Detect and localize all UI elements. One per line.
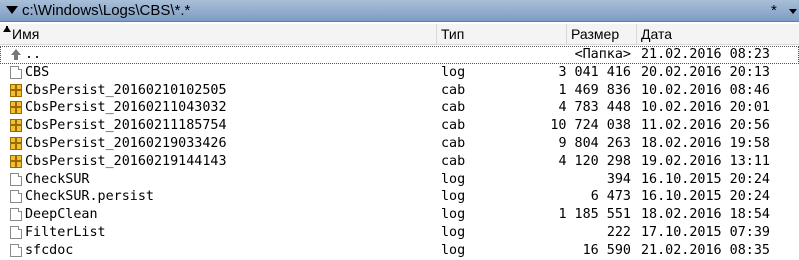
file-size: 3 041 416 [558,64,631,80]
cab-archive-icon [10,154,22,168]
file-date: 21.02.2016 08:35 [641,242,770,258]
cab-archive-icon [10,119,22,133]
file-size: 6 473 [590,189,631,205]
file-name: CbsPersist_20160210102505 [25,82,227,98]
file-type: cab [441,82,466,98]
column-name-header[interactable]: Имя [12,26,39,43]
file-row[interactable]: CbsPersist_20160210102505 cab 1 469 836 … [0,82,799,100]
cab-archive-icon [10,136,22,150]
file-name: CbsPersist_20160211185754 [25,118,227,134]
file-size: 9 804 263 [558,135,631,151]
file-type: log [441,189,466,205]
file-size: 4 783 448 [558,100,631,116]
file-name: CbsPersist_20160211043032 [25,100,227,116]
cab-archive-icon [10,101,22,115]
file-date: 18.02.2016 18:54 [641,207,770,223]
file-name: FilterList [25,224,106,240]
document-icon [10,190,22,204]
file-type: log [441,242,466,258]
up-dir-icon [10,49,22,61]
document-icon [10,208,22,222]
file-type: log [441,207,466,223]
file-size: 4 120 298 [558,153,631,169]
file-row[interactable]: FilterList log 222 17.10.2015 07:39 [0,224,799,242]
file-row[interactable]: CbsPersist_20160211043032 cab 4 783 448 … [0,99,799,117]
cab-archive-icon [10,83,22,97]
file-size: 10 724 038 [550,118,631,134]
file-name: sfcdoc [25,242,74,258]
file-row[interactable]: CbsPersist_20160211185754 cab 10 724 038… [0,117,799,135]
column-date-header[interactable]: Дата [641,26,672,43]
file-row-parent[interactable]: .. <Папка> 21.02.2016 08:23 [0,46,799,64]
file-size: 1 185 551 [558,207,631,223]
path-bar[interactable]: c:\Windows\Logs\CBS\*.* * [0,0,799,22]
file-type: cab [441,100,466,116]
file-date: 18.02.2016 19:58 [641,135,770,151]
filter-star-label[interactable]: * [771,2,777,20]
file-date: 20.02.2016 20:13 [641,64,770,80]
column-separator[interactable] [636,24,637,44]
column-header: Имя Тип Размер Дата [0,24,799,45]
file-name: CheckSUR [25,171,90,187]
file-row[interactable]: CbsPersist_20160219144143 cab 4 120 298 … [0,153,799,171]
file-date: 10.02.2016 08:46 [641,82,770,98]
current-path: c:\Windows\Logs\CBS\*.* [22,2,191,19]
file-name: CheckSUR.persist [25,189,154,205]
document-icon [10,225,22,239]
file-date: 10.02.2016 20:01 [641,100,770,116]
file-type: cab [441,118,466,134]
file-name: CbsPersist_20160219144143 [25,153,227,169]
file-type: cab [441,135,466,151]
file-date: 19.02.2016 13:11 [641,153,770,169]
document-icon [10,65,22,79]
sort-ascending-icon-stem [6,26,8,30]
file-date: 16.10.2015 20:24 [641,189,770,205]
column-separator[interactable] [436,24,437,44]
file-row[interactable]: DeepClean log 1 185 551 18.02.2016 18:54 [0,206,799,224]
file-type: cab [441,153,466,169]
file-name: CbsPersist_20160219033426 [25,135,227,151]
file-size: 1 469 836 [558,82,631,98]
file-row[interactable]: CbsPersist_20160219033426 cab 9 804 263 … [0,135,799,153]
file-date: 21.02.2016 08:23 [641,47,770,62]
file-row[interactable]: sfcdoc log 16 590 21.02.2016 08:35 [0,242,799,260]
file-name: .. [25,47,42,62]
file-date: 17.10.2015 07:39 [641,224,770,240]
column-type-header[interactable]: Тип [441,26,464,43]
file-row[interactable]: CheckSUR log 394 16.10.2015 20:24 [0,171,799,189]
file-size: 16 590 [582,242,631,258]
file-date: 16.10.2015 20:24 [641,171,770,187]
file-type: log [441,64,466,80]
document-icon [10,172,22,186]
file-name: DeepClean [25,207,98,223]
column-size-header[interactable]: Размер [571,26,619,43]
file-date: 11.02.2016 20:56 [641,118,770,134]
filter-dropdown-icon[interactable] [789,9,797,14]
drive-dropdown-icon[interactable] [6,6,18,14]
column-separator[interactable] [566,24,567,44]
file-type: log [441,171,466,187]
file-size: 394 [606,171,631,187]
file-type: log [441,224,466,240]
file-row[interactable]: CBS log 3 041 416 20.02.2016 20:13 [0,64,799,82]
file-list: .. <Папка> 21.02.2016 08:23 CBS log 3 04… [0,46,799,260]
file-row[interactable]: CheckSUR.persist log 6 473 16.10.2015 20… [0,188,799,206]
file-name: CBS [25,64,50,80]
file-size: <Папка> [574,47,631,62]
document-icon [10,243,22,257]
file-size: 222 [606,224,631,240]
